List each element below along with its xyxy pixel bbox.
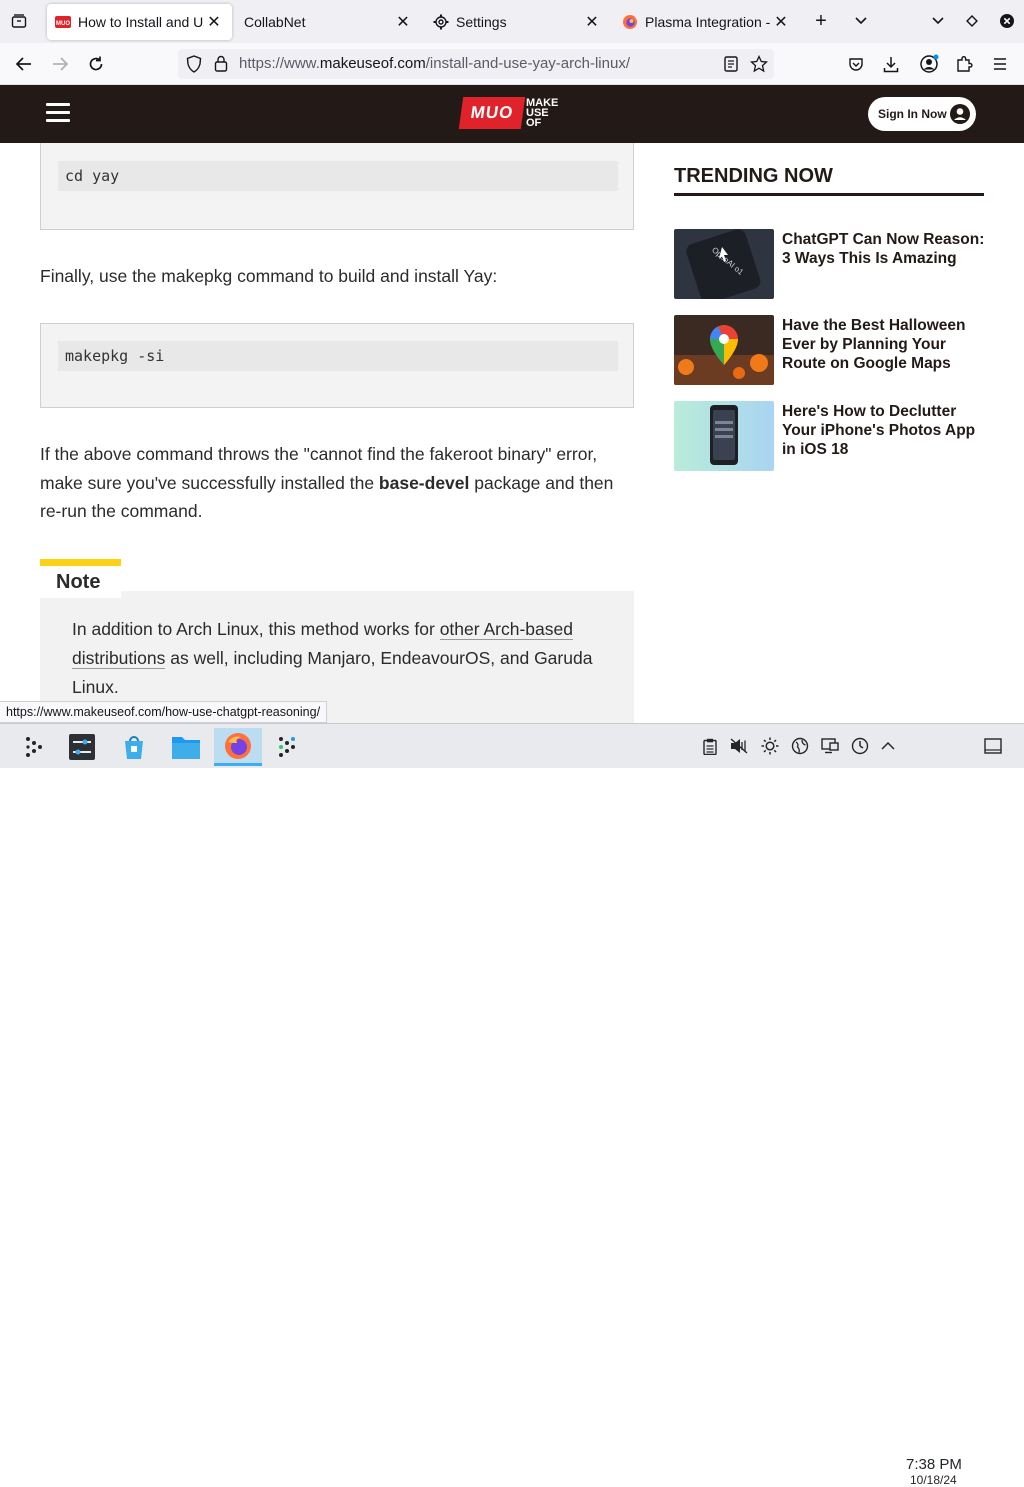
sign-in-label: Sign In Now xyxy=(878,107,947,121)
svg-text:MUO: MUO xyxy=(56,21,70,27)
lock-icon[interactable] xyxy=(214,55,228,77)
trending-item[interactable]: OpenAI o1 ChatGPT Can Now Reason: 3 Ways… xyxy=(674,229,986,301)
close-tab-icon[interactable]: ✕ xyxy=(204,12,224,32)
url-domain: makeuseof.com xyxy=(319,55,426,72)
tab-bar: MUO How to Install and Us ✕ CollabNet ✕ … xyxy=(0,0,1024,43)
firefox-icon xyxy=(622,14,638,30)
tab-collabnet[interactable]: CollabNet ✕ xyxy=(236,4,421,40)
app-launcher-icon[interactable] xyxy=(14,728,54,766)
trending-thumbnail[interactable]: OpenAI o1 xyxy=(674,229,774,299)
navigation-toolbar: https://www.makeuseof.com/install-and-us… xyxy=(0,43,1024,85)
trending-thumbnail[interactable] xyxy=(674,401,774,471)
tab-overview-icon[interactable] xyxy=(6,8,32,34)
site-header: MUO MAKE USE OF Sign In Now xyxy=(0,85,1024,143)
close-tab-icon[interactable]: ✕ xyxy=(582,12,602,32)
brightness-icon[interactable] xyxy=(760,736,780,756)
window-maximize-icon[interactable] xyxy=(959,8,985,34)
trending-thumbnail[interactable] xyxy=(674,315,774,385)
trending-item[interactable]: Have the Best Halloween Ever by Planning… xyxy=(674,315,986,387)
tab-label: CollabNet xyxy=(244,14,306,30)
link-status-tooltip: https://www.makeuseof.com/how-use-chatgp… xyxy=(0,701,328,723)
address-bar[interactable]: https://www.makeuseof.com/install-and-us… xyxy=(178,49,774,79)
tab-settings[interactable]: Settings ✕ xyxy=(425,4,610,40)
hamburger-menu-icon[interactable] xyxy=(46,103,70,123)
window-minimize-icon[interactable] xyxy=(925,8,951,34)
muo-favicon: MUO xyxy=(55,14,71,30)
tab-plasma-integration[interactable]: Plasma Integration - ✕ xyxy=(614,4,799,40)
downloads-icon[interactable] xyxy=(877,51,905,77)
extensions-icon[interactable] xyxy=(950,51,978,77)
url-prefix: https://www. xyxy=(239,55,320,72)
show-hidden-tray-icon[interactable] xyxy=(878,736,898,756)
network-globe-icon[interactable] xyxy=(790,736,810,756)
clock-date[interactable]: 10/18/24 xyxy=(910,1473,957,1487)
volume-muted-icon[interactable] xyxy=(729,736,749,756)
trending-item[interactable]: Here's How to Declutter Your iPhone's Ph… xyxy=(674,401,986,473)
tab-install-yay[interactable]: MUO How to Install and Us ✕ xyxy=(47,4,232,40)
tracking-shield-icon[interactable] xyxy=(186,55,202,78)
reload-icon[interactable] xyxy=(82,51,110,77)
account-icon[interactable] xyxy=(915,51,943,77)
site-logo[interactable]: MUO MAKE USE OF xyxy=(458,97,566,129)
tab-label: Settings xyxy=(456,14,507,30)
gear-icon xyxy=(433,14,449,30)
close-tab-icon[interactable]: ✕ xyxy=(393,12,413,32)
kde-connect-icon[interactable] xyxy=(268,728,308,766)
code-line[interactable]: makepkg -si xyxy=(58,341,618,371)
paragraph: If the above command throws the "cannot … xyxy=(40,440,630,526)
menu-icon[interactable] xyxy=(986,51,1014,77)
bold-package-name: base-devel xyxy=(378,472,470,493)
note-text-part: In addition to Arch Linux, this method w… xyxy=(72,619,440,639)
new-tab-icon[interactable]: + xyxy=(808,8,834,34)
bookmark-star-icon[interactable] xyxy=(749,54,769,78)
code-block: cd yay xyxy=(40,143,634,230)
trending-title[interactable]: Here's How to Declutter Your iPhone's Ph… xyxy=(782,402,987,459)
sign-in-button[interactable]: Sign In Now xyxy=(868,97,976,131)
taskbar: 7:38 PM 10/18/24 xyxy=(0,723,1024,1487)
list-tabs-chevron-icon[interactable] xyxy=(848,8,874,34)
url-text[interactable]: https://www.makeuseof.com/install-and-us… xyxy=(239,55,630,72)
display-config-icon[interactable] xyxy=(820,736,840,756)
code-line[interactable]: cd yay xyxy=(58,161,618,191)
tab-label: Plasma Integration - xyxy=(645,14,771,30)
logo-wordmark: MAKE USE OF xyxy=(526,97,559,129)
file-manager-icon[interactable] xyxy=(166,728,206,766)
forward-arrow-icon[interactable] xyxy=(46,51,74,77)
clock-time[interactable]: 7:38 PM xyxy=(906,1456,962,1473)
note-title: Note xyxy=(40,566,121,598)
firefox-taskbar-icon[interactable] xyxy=(214,728,262,766)
note-accent-bar xyxy=(40,559,121,566)
trending-heading: TRENDING NOW xyxy=(674,165,833,187)
url-path: /install-and-use-yay-arch-linux/ xyxy=(425,55,630,72)
tab-label: How to Install and Us xyxy=(78,14,204,30)
discover-store-icon[interactable] xyxy=(114,728,154,766)
power-management-icon[interactable] xyxy=(850,736,870,756)
back-arrow-icon[interactable] xyxy=(10,51,38,77)
trending-divider xyxy=(674,193,984,196)
paragraph: Finally, use the makepkg command to buil… xyxy=(40,266,498,286)
logo-badge: MUO xyxy=(458,97,526,129)
show-desktop-icon[interactable] xyxy=(983,736,1003,756)
note-text: In addition to Arch Linux, this method w… xyxy=(72,615,612,702)
trending-title[interactable]: ChatGPT Can Now Reason: 3 Ways This Is A… xyxy=(782,230,987,268)
user-avatar-icon xyxy=(950,104,970,124)
system-settings-icon[interactable] xyxy=(62,728,102,766)
clipboard-icon[interactable] xyxy=(700,736,720,756)
close-tab-icon[interactable]: ✕ xyxy=(771,12,791,32)
pocket-icon[interactable] xyxy=(842,51,870,77)
window-close-icon[interactable] xyxy=(994,8,1020,34)
reader-view-icon[interactable] xyxy=(724,56,738,77)
code-block: makepkg -si xyxy=(40,323,634,408)
trending-title[interactable]: Have the Best Halloween Ever by Planning… xyxy=(782,316,987,373)
